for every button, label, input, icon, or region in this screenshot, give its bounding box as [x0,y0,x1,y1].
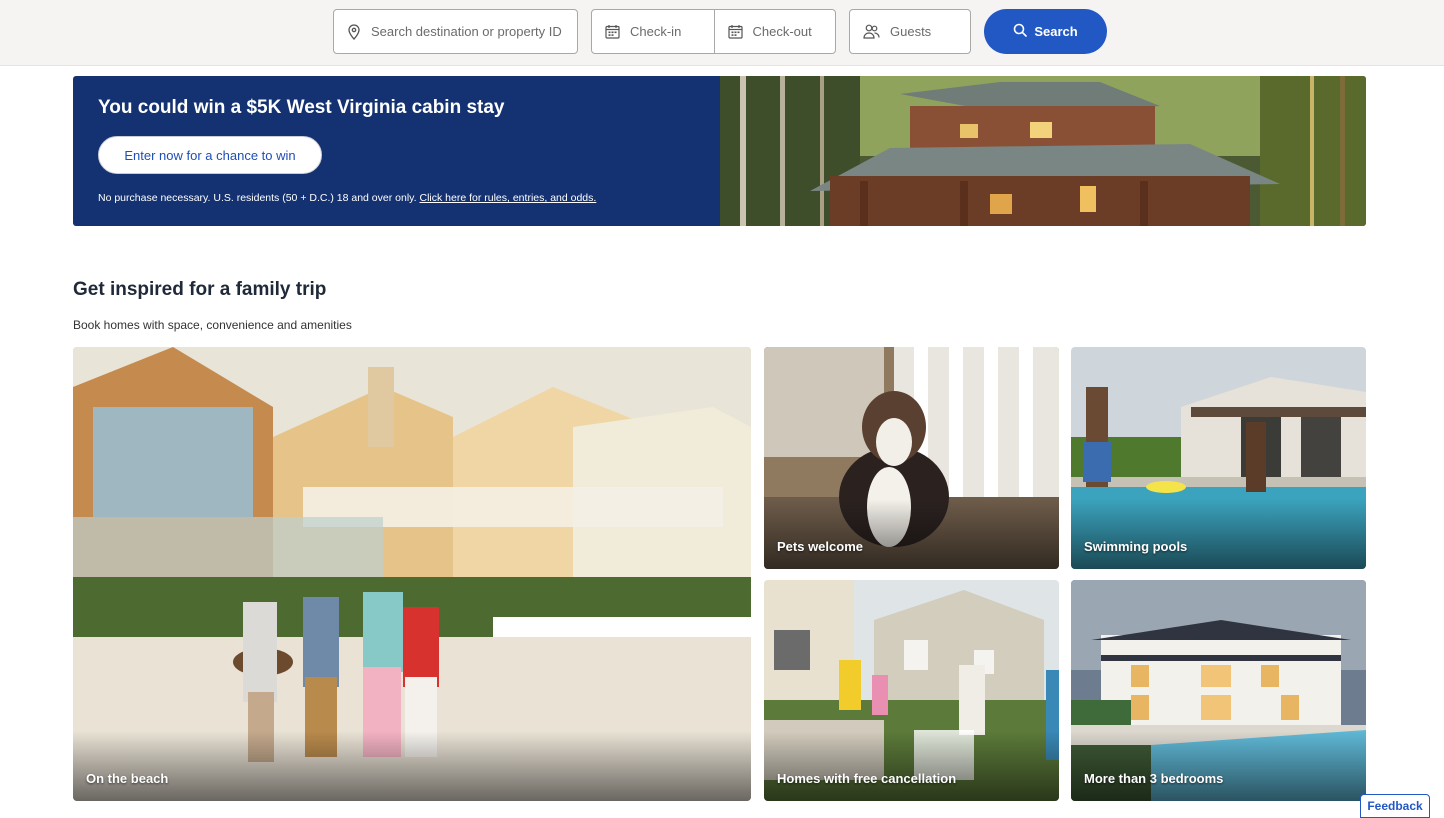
fine-print-text: No purchase necessary. U.S. residents (5… [98,192,417,204]
cabin-image [720,76,1366,226]
sweepstakes-banner: You could win a $5K West Virginia cabin … [73,76,1366,226]
category-card-free-cancellation[interactable]: Homes with free cancellation [764,580,1059,801]
checkin-input[interactable]: Check-in [592,10,714,53]
search-bar: Search destination or property ID Check-… [0,0,1444,66]
date-range-field: Check-in Check-out [591,9,836,54]
search-icon [1013,23,1028,40]
search-button-label: Search [1034,24,1078,39]
banner-fine-print: No purchase necessary. U.S. residents (5… [98,192,596,204]
card-label: On the beach [86,771,169,786]
map-pin-icon [347,23,361,40]
enter-contest-button[interactable]: Enter now for a chance to win [98,136,322,174]
search-button[interactable]: Search [984,9,1107,54]
category-card-bedrooms[interactable]: More than 3 bedrooms [1071,580,1366,801]
rules-link[interactable]: Click here for rules, entries, and odds. [419,192,596,204]
checkout-input[interactable]: Check-out [713,10,836,53]
feedback-button[interactable]: Feedback [1360,794,1430,818]
checkin-placeholder: Check-in [630,24,682,39]
banner-text-panel: You could win a $5K West Virginia cabin … [73,76,720,226]
section-subtitle: Book homes with space, convenience and a… [73,318,352,332]
people-icon [863,24,880,39]
checkout-placeholder: Check-out [752,24,812,39]
destination-placeholder: Search destination or property ID [371,24,562,39]
category-card-beach[interactable]: On the beach [73,347,751,801]
guests-placeholder: Guests [890,24,932,39]
card-label: Homes with free cancellation [777,771,957,786]
destination-input[interactable]: Search destination or property ID [333,9,578,54]
card-label: Swimming pools [1084,539,1188,554]
section-title: Get inspired for a family trip [73,279,327,300]
card-label: More than 3 bedrooms [1084,771,1224,786]
calendar-icon [605,24,620,39]
guests-input[interactable]: Guests [849,9,971,54]
category-card-pets[interactable]: Pets welcome [764,347,1059,569]
calendar-icon [727,24,743,39]
card-label: Pets welcome [777,539,863,554]
category-card-pools[interactable]: Swimming pools [1071,347,1366,569]
banner-title: You could win a $5K West Virginia cabin … [98,97,505,118]
